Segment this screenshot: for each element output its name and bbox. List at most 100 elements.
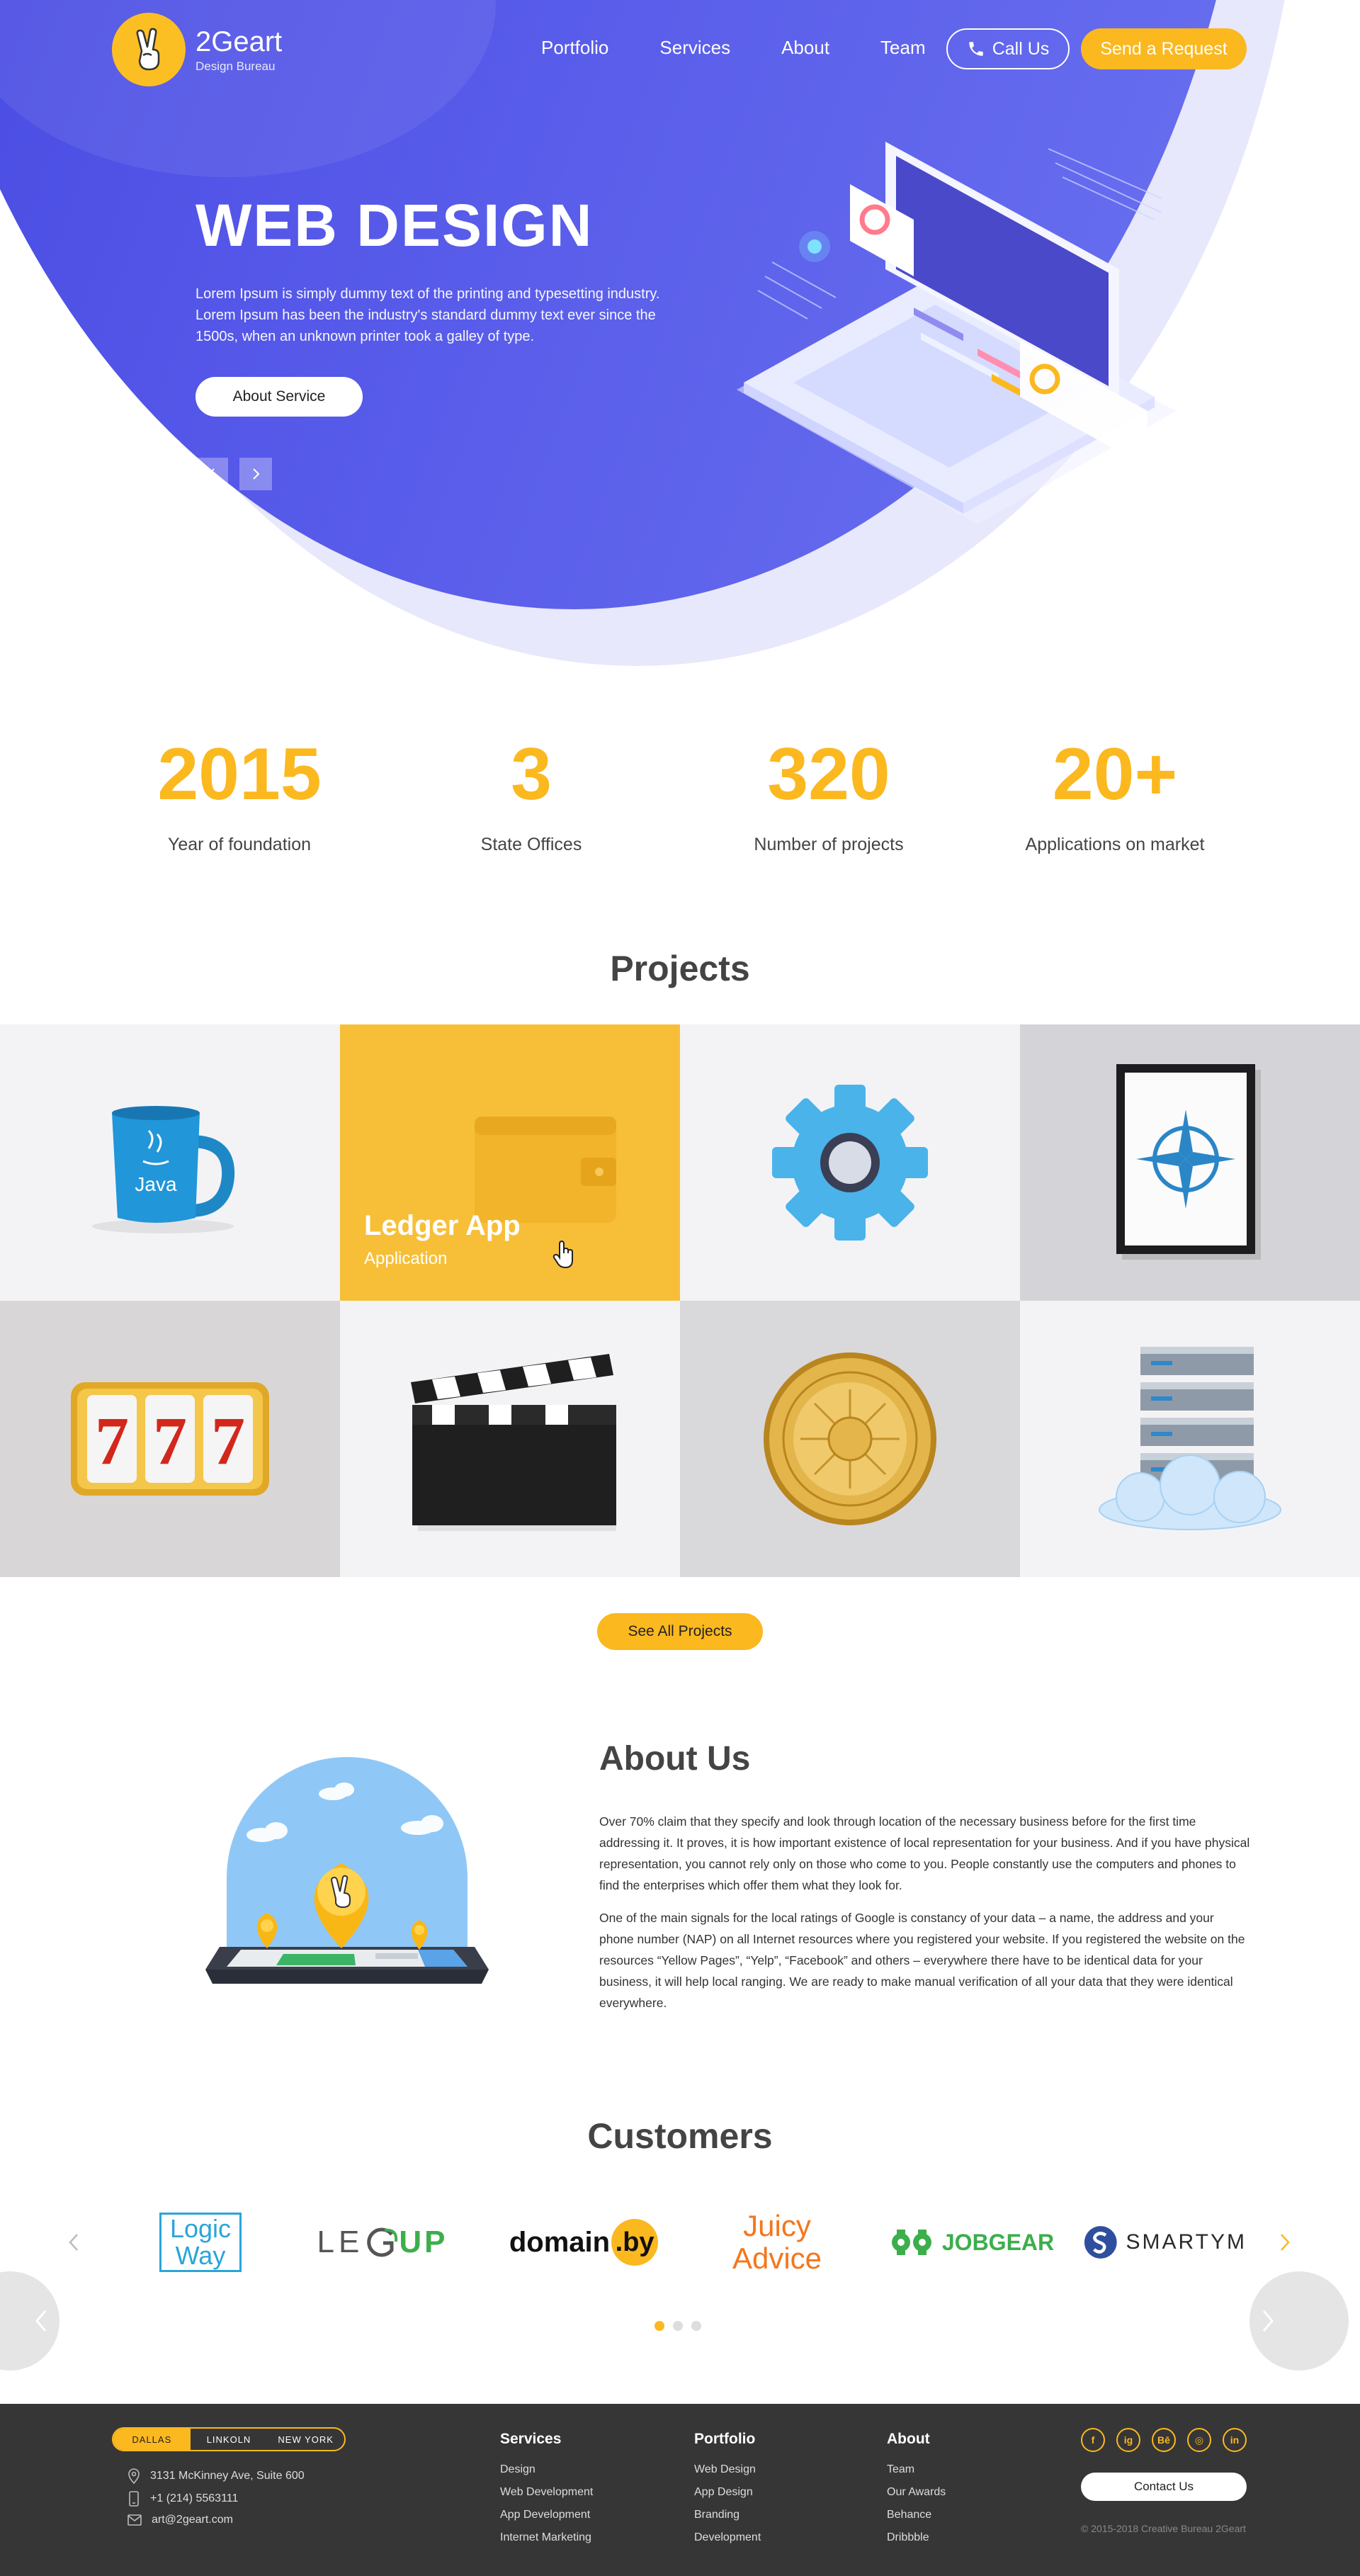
footer-link[interactable]: Dribbble (887, 2531, 946, 2544)
carousel-dot[interactable] (691, 2321, 701, 2331)
address-text: 3131 McKinney Ave, Suite 600 (150, 2470, 305, 2482)
reel-seven: 7 (95, 1403, 129, 1479)
copyright-text: © 2015-2018 Creative Bureau 2Geart (1081, 2523, 1246, 2534)
footer-link[interactable]: Our Awards (887, 2486, 946, 2499)
logicway-word-1: Logic (169, 2214, 232, 2243)
project-tile-clapper[interactable] (340, 1301, 680, 1577)
gear-icon (772, 1085, 928, 1241)
see-all-projects-button[interactable]: See All Projects (597, 1613, 763, 1650)
chevron-left-icon (35, 2310, 47, 2332)
domain-word: domain (509, 2226, 611, 2258)
projects-title: Projects (610, 949, 750, 988)
footer-link[interactable]: Development (694, 2531, 761, 2544)
project-tile-coin[interactable] (680, 1301, 1020, 1577)
stat-projects: 320 Number of projects (701, 730, 956, 855)
phone-text: +1 (214) 5563111 (150, 2492, 239, 2504)
footer-link[interactable]: Branding (694, 2509, 761, 2521)
hero-next-button[interactable] (239, 458, 272, 490)
stat-applications: 20+ Applications on market (987, 730, 1242, 855)
city-tab-linkoln[interactable]: LINKOLN (191, 2429, 268, 2450)
footer-link[interactable]: Behance (887, 2509, 946, 2521)
customer-logo-legup[interactable]: LE UP (305, 2196, 460, 2288)
footer-col-services: Services Design Web Development App Deve… (500, 2431, 593, 2554)
carousel-dot[interactable] (673, 2321, 683, 2331)
java-mug-icon: Java (92, 1106, 235, 1233)
project-tile-ledger[interactable]: Ledger App Application (340, 1024, 680, 1301)
nav-services[interactable]: Services (659, 37, 730, 59)
email-text: art@2geart.com (152, 2514, 233, 2526)
city-tab-newyork[interactable]: NEW YORK (267, 2429, 344, 2450)
contact-us-button[interactable]: Contact Us (1081, 2473, 1247, 2501)
customer-logo-juicy[interactable]: Juicy Advice (717, 2196, 837, 2288)
behance-icon[interactable]: Bē (1152, 2428, 1176, 2452)
call-us-button[interactable]: Call Us (946, 28, 1070, 69)
smartym-icon (1084, 2226, 1117, 2259)
project-tile-slot[interactable]: 7 7 7 (0, 1301, 340, 1577)
customer-logo-jobgear[interactable]: JOBGEAR (885, 2196, 1055, 2288)
city-tab-dallas[interactable]: DALLAS (113, 2429, 191, 2450)
jobgear-word: JOBGEAR (941, 2229, 1055, 2255)
chevron-left-icon (208, 468, 215, 480)
peace-hand-icon (112, 13, 186, 86)
send-request-button[interactable]: Send a Request (1081, 28, 1247, 69)
instagram-icon[interactable]: ig (1116, 2428, 1140, 2452)
footer-link[interactable]: Web Design (694, 2463, 761, 2476)
project-title: Ledger App (364, 1210, 521, 1241)
clapperboard-icon (411, 1354, 616, 1531)
smartym-word: SMARTYM (1126, 2230, 1247, 2254)
phone-icon (968, 42, 983, 56)
footer-address: 3131 McKinney Ave, Suite 600 (128, 2468, 305, 2484)
city-tabs: DALLAS LINKOLN NEW YORK (112, 2427, 346, 2451)
stat-value: 3 (511, 733, 552, 815)
footer-link[interactable]: App Design (694, 2486, 761, 2499)
footer-link[interactable]: App Development (500, 2509, 593, 2521)
hero-title: WEB DESIGN (196, 192, 594, 259)
carousel-next-icon[interactable] (1279, 2233, 1291, 2252)
stat-label: Year of foundation (167, 835, 312, 854)
reel-seven: 7 (153, 1403, 187, 1479)
customer-logo-domain[interactable]: domain .by (506, 2196, 662, 2288)
nav-portfolio[interactable]: Portfolio (541, 37, 608, 59)
juicy-word-1: Juicy (743, 2209, 811, 2242)
about-paragraph-1: Over 70% claim that they specify and loo… (599, 1814, 1250, 1892)
reel-seven: 7 (211, 1403, 245, 1479)
footer-link[interactable]: Design (500, 2463, 593, 2476)
compass-frame-icon (1116, 1064, 1261, 1260)
gold-coin-icon (764, 1352, 936, 1525)
carousel-dot[interactable] (654, 2321, 664, 2331)
linkedin-icon[interactable]: in (1223, 2428, 1247, 2452)
customer-logo-smartym[interactable]: SMARTYM (1084, 2196, 1247, 2288)
project-tile-compass[interactable] (1020, 1024, 1360, 1301)
footer-col-title: Services (500, 2431, 562, 2447)
about-service-button[interactable]: About Service (196, 377, 363, 417)
facebook-icon[interactable]: f (1081, 2428, 1105, 2452)
nav-team[interactable]: Team (880, 37, 926, 59)
nav-about[interactable]: About (781, 37, 829, 59)
local-map-illustration (205, 1757, 489, 1984)
footer-email[interactable]: art@2geart.com (128, 2514, 233, 2526)
envelope-icon (128, 2514, 142, 2526)
customer-logo-logicway[interactable]: Logic Way (154, 2196, 246, 2288)
footer-link[interactable]: Internet Marketing (500, 2531, 593, 2544)
project-tile-server[interactable] (1020, 1301, 1360, 1577)
hero-prev-button[interactable] (196, 458, 228, 490)
project-tile-gear[interactable] (680, 1024, 1020, 1301)
footer-link[interactable]: Team (887, 2463, 946, 2476)
project-caption: Ledger App Application (364, 1210, 521, 1269)
java-label: Java (135, 1173, 177, 1195)
stat-label: Number of projects (754, 835, 904, 854)
stat-label: State Offices (480, 835, 582, 854)
chevron-right-icon (1262, 2310, 1274, 2332)
chevron-right-icon (253, 468, 260, 480)
footer-link[interactable]: Web Development (500, 2486, 593, 2499)
brand-logo[interactable]: 2Geart Design Bureau (112, 13, 282, 86)
dribbble-icon[interactable]: ◎ (1187, 2428, 1211, 2452)
footer-col-about: About Team Our Awards Behance Dribbble (887, 2431, 946, 2554)
carousel-prev-icon[interactable] (68, 2233, 79, 2252)
legup-g-mark-icon (367, 2227, 398, 2257)
customers-carousel: Logic Way LE UP domain .by Juicy Advice … (0, 2196, 1360, 2288)
project-tile-java[interactable]: Java (0, 1024, 340, 1301)
footer-phone[interactable]: +1 (214) 5563111 (128, 2491, 238, 2507)
footer-col-portfolio: Portfolio Web Design App Design Branding… (694, 2431, 761, 2554)
brand-subtitle: Design Bureau (196, 59, 276, 73)
